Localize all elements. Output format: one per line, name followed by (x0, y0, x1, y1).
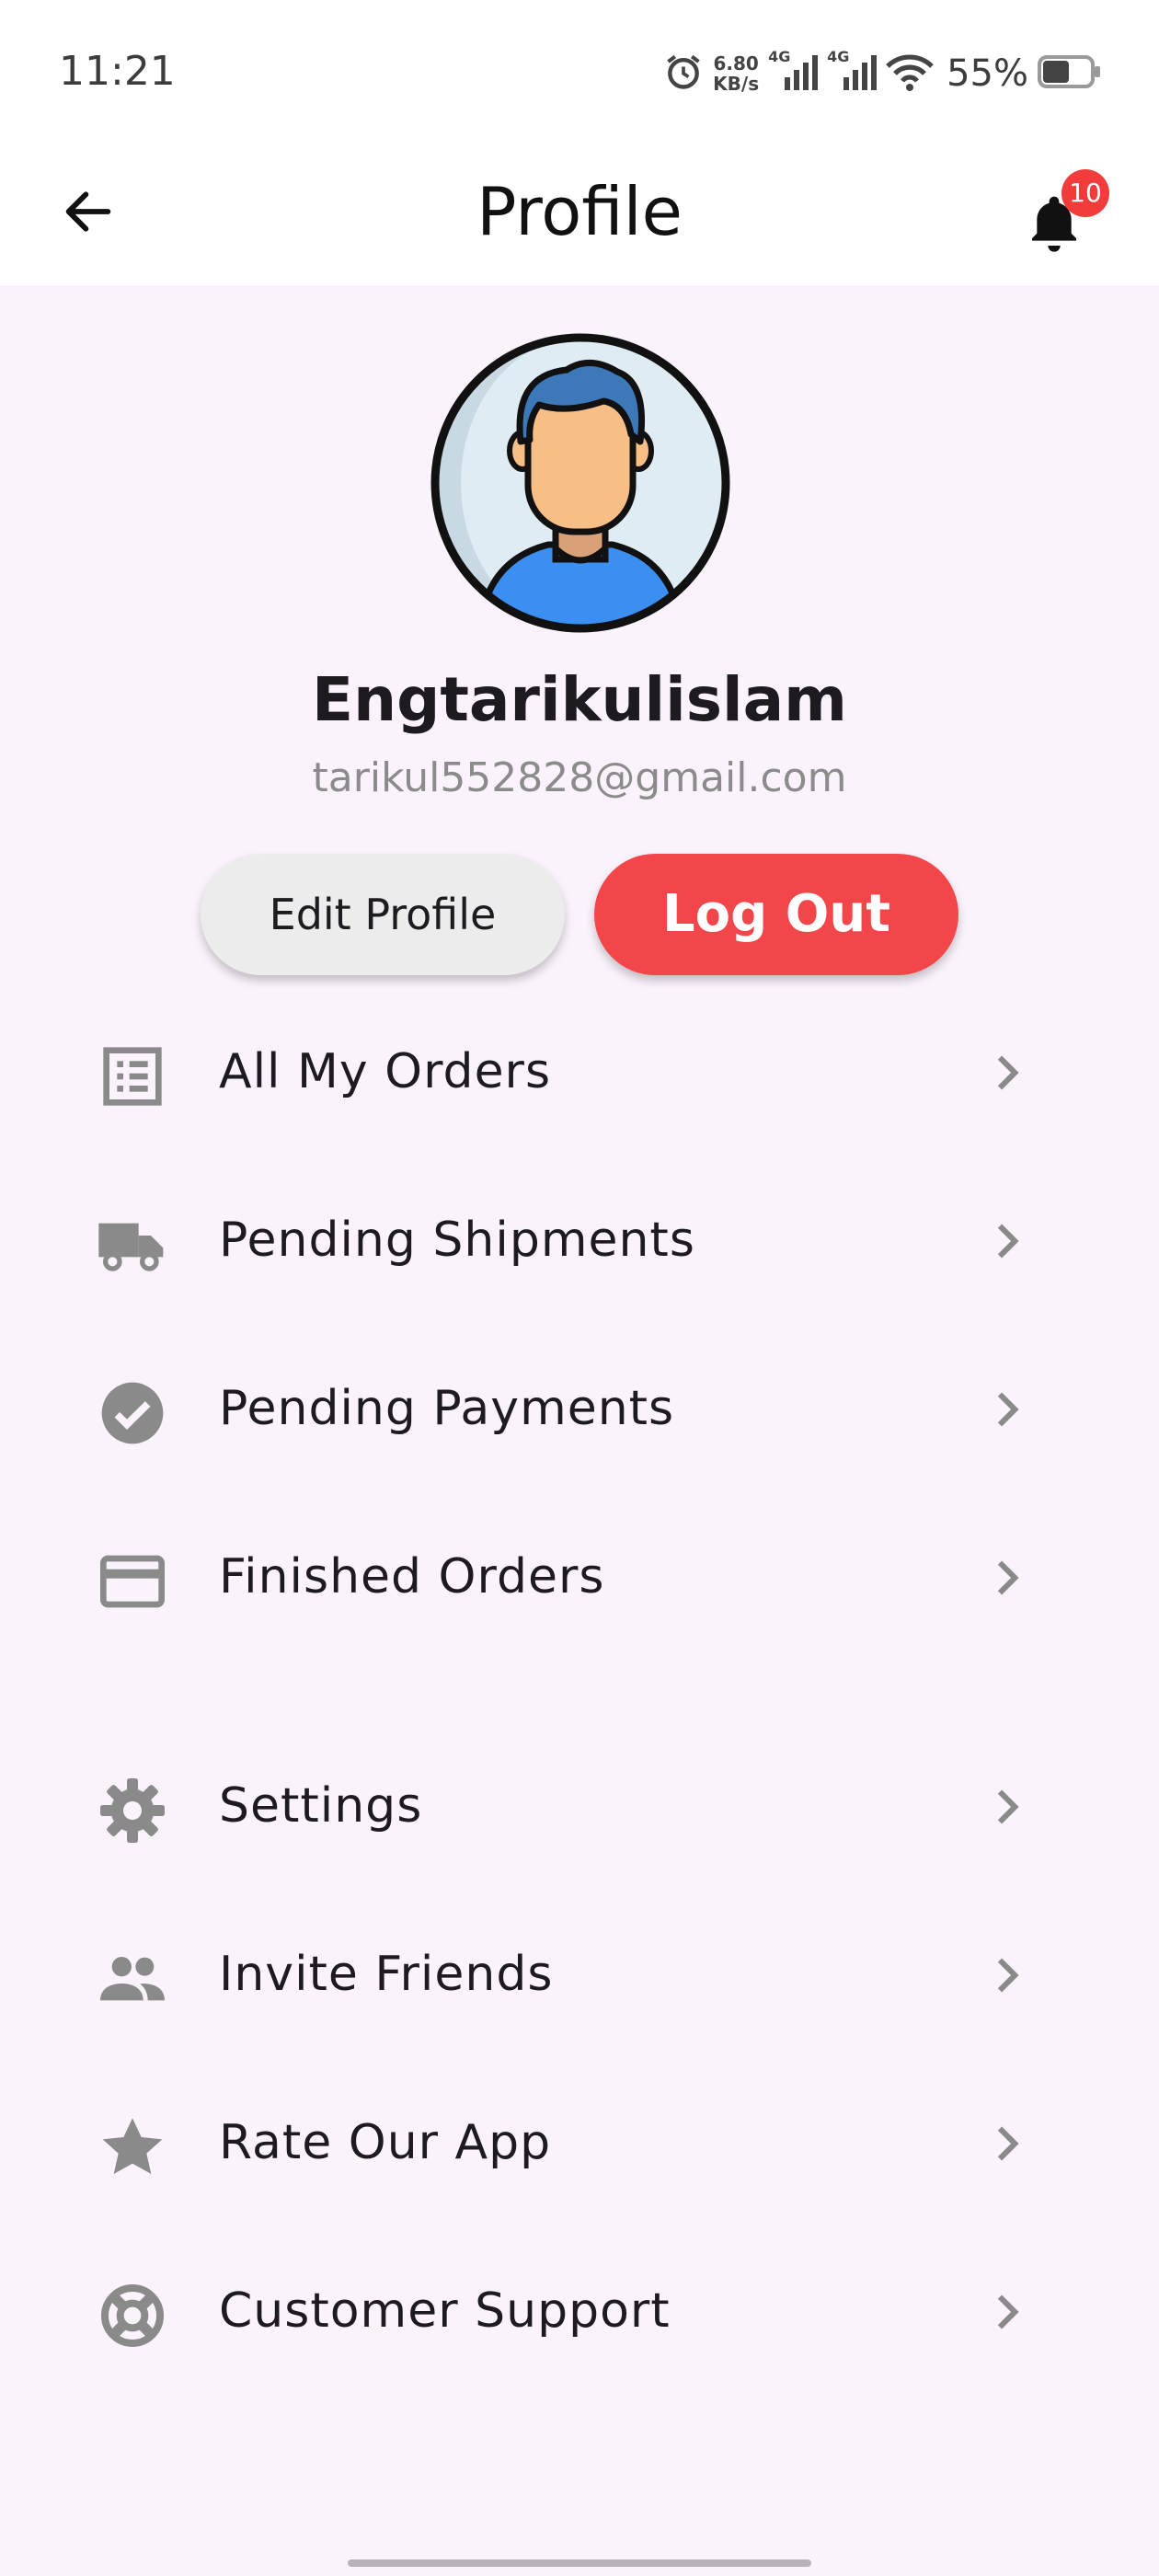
check-circle-icon (101, 1382, 164, 1444)
chevron-right-icon (997, 1789, 1019, 1824)
list-icon (103, 1047, 162, 1106)
status-indicators: 6.80 KB/s 4G 4G 55% (663, 48, 1102, 99)
network-type-label: 4G (768, 48, 791, 65)
speed-unit: KB/s (713, 73, 760, 95)
app-bar: Profile 10 (0, 138, 1159, 285)
signal-icon: 4G (827, 48, 878, 96)
profile-name: Engtarikulislam (312, 664, 847, 735)
menu-item-label: Pending Shipments (219, 1213, 695, 1268)
menu-item-customer-support[interactable]: Customer Support (0, 2242, 1159, 2380)
menu-item-label: Pending Payments (219, 1381, 675, 1436)
status-time: 11:21 (59, 48, 176, 95)
home-indicator[interactable] (348, 2559, 811, 2567)
alarm-icon (663, 52, 704, 96)
menu-item-label: Rate Our App (219, 2115, 552, 2170)
card-icon (100, 1555, 165, 1608)
page-title: Profile (476, 173, 683, 250)
chevron-right-icon (997, 1392, 1019, 1427)
gear-icon (100, 1778, 165, 1843)
chevron-right-icon (997, 2294, 1019, 2329)
battery-icon (1038, 53, 1102, 94)
signal-icon: 4G (768, 48, 819, 96)
menu-item-pending-payments[interactable]: Pending Payments (0, 1340, 1159, 1478)
star-icon (102, 2118, 163, 2174)
chevron-right-icon (997, 1560, 1019, 1595)
menu-item-label: Invite Friends (219, 1947, 554, 2002)
menu-item-all-my-orders[interactable]: All My Orders (0, 1003, 1159, 1141)
wifi-icon (886, 52, 934, 96)
truck-icon (98, 1223, 164, 1271)
network-speed: 6.80 KB/s (713, 53, 759, 94)
logout-button[interactable]: Log Out (594, 854, 958, 975)
network-type-label: 4G (827, 48, 850, 65)
menu-item-settings[interactable]: Settings (0, 1737, 1159, 1875)
people-icon (100, 1957, 165, 2001)
edit-profile-button[interactable]: Edit Profile (201, 854, 565, 975)
menu-item-label: Customer Support (219, 2283, 671, 2339)
chevron-right-icon (997, 1055, 1019, 1090)
notifications-button[interactable]: 10 (1012, 160, 1109, 261)
menu-item-rate-our-app[interactable]: Rate Our App (0, 2074, 1159, 2212)
menu-item-invite-friends[interactable]: Invite Friends (0, 1905, 1159, 2043)
status-bar: 11:21 6.80 KB/s 4G 4G 55% (0, 0, 1159, 138)
menu-item-label: Settings (219, 1778, 423, 1834)
chevron-right-icon (997, 1958, 1019, 1993)
battery-percentage: 55% (947, 52, 1028, 95)
lifebuoy-icon (101, 2284, 164, 2347)
menu-item-finished-orders[interactable]: Finished Orders (0, 1508, 1159, 1646)
speed-value: 6.80 (713, 52, 759, 75)
notification-badge: 10 (1061, 169, 1109, 217)
avatar[interactable] (429, 331, 732, 635)
chevron-right-icon (997, 2126, 1019, 2161)
profile-email: tarikul552828@gmail.com (312, 754, 847, 801)
menu-item-pending-shipments[interactable]: Pending Shipments (0, 1171, 1159, 1309)
menu-item-label: Finished Orders (219, 1549, 605, 1604)
chevron-right-icon (997, 1224, 1019, 1259)
menu-item-label: All My Orders (219, 1044, 552, 1099)
